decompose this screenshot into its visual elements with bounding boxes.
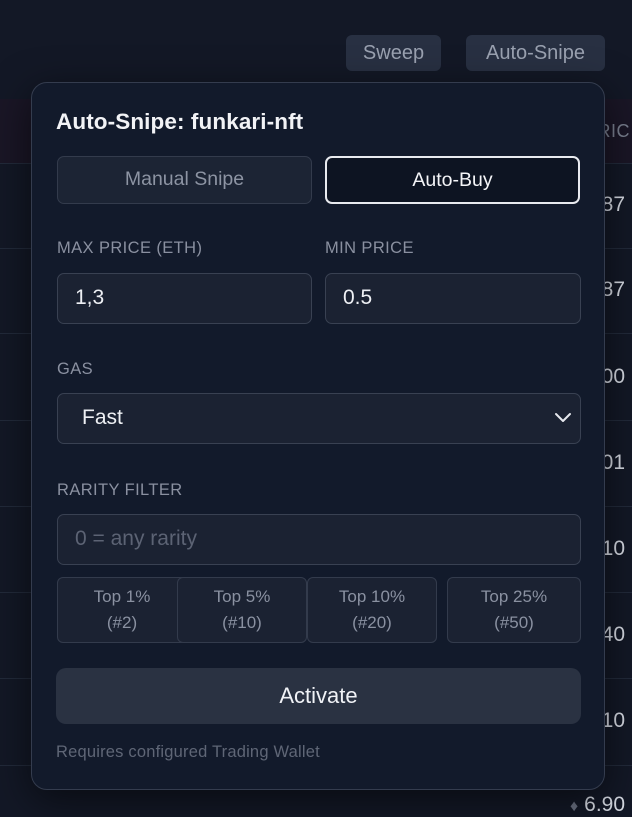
preset-percent: Top 10%: [338, 587, 406, 606]
rarity-preset-top-25[interactable]: Top 25% (#50): [447, 577, 581, 643]
auto-snipe-modal: Auto-Snipe: funkari-nft Manual Snipe Aut…: [31, 82, 605, 790]
auto-buy-tab[interactable]: Auto-Buy: [325, 156, 580, 204]
rarity-preset-top-5[interactable]: Top 5% (#10): [177, 577, 307, 643]
gas-label: GAS: [57, 360, 94, 378]
auto-snipe-button[interactable]: Auto-Snipe: [466, 35, 605, 71]
min-price-input[interactable]: 0.5: [325, 273, 581, 324]
manual-snipe-tab[interactable]: Manual Snipe: [57, 156, 312, 204]
preset-percent: Top 25%: [480, 587, 548, 606]
chevron-down-icon: [555, 413, 571, 422]
preset-percent: Top 1%: [93, 587, 151, 606]
rarity-preset-top-10[interactable]: Top 10% (#20): [307, 577, 437, 643]
modal-title: Auto-Snipe: funkari-nft: [56, 109, 304, 134]
min-price-label: MIN PRICE: [325, 239, 414, 257]
wallet-requirement-note: Requires configured Trading Wallet: [56, 743, 320, 761]
preset-rank: (#50): [494, 613, 534, 632]
preset-rank: (#20): [352, 613, 392, 632]
eth-icon: ♦: [570, 798, 579, 815]
rarity-filter-input[interactable]: 0 = any rarity: [57, 514, 581, 565]
table-row-price: ♦ 6.90: [570, 793, 626, 816]
activate-button[interactable]: Activate: [56, 668, 581, 724]
preset-rank: (#10): [222, 613, 262, 632]
gas-select[interactable]: Fast: [57, 393, 581, 444]
max-price-label: MAX PRICE (ETH): [57, 239, 203, 257]
sweep-button[interactable]: Sweep: [346, 35, 441, 71]
rarity-preset-top-1[interactable]: Top 1% (#2): [57, 577, 187, 643]
preset-percent: Top 5%: [213, 587, 271, 606]
gas-selected-value: Fast: [82, 406, 123, 429]
max-price-input[interactable]: 1,3: [57, 273, 312, 324]
preset-rank: (#2): [106, 613, 138, 632]
rarity-filter-label: RARITY FILTER: [57, 481, 183, 499]
